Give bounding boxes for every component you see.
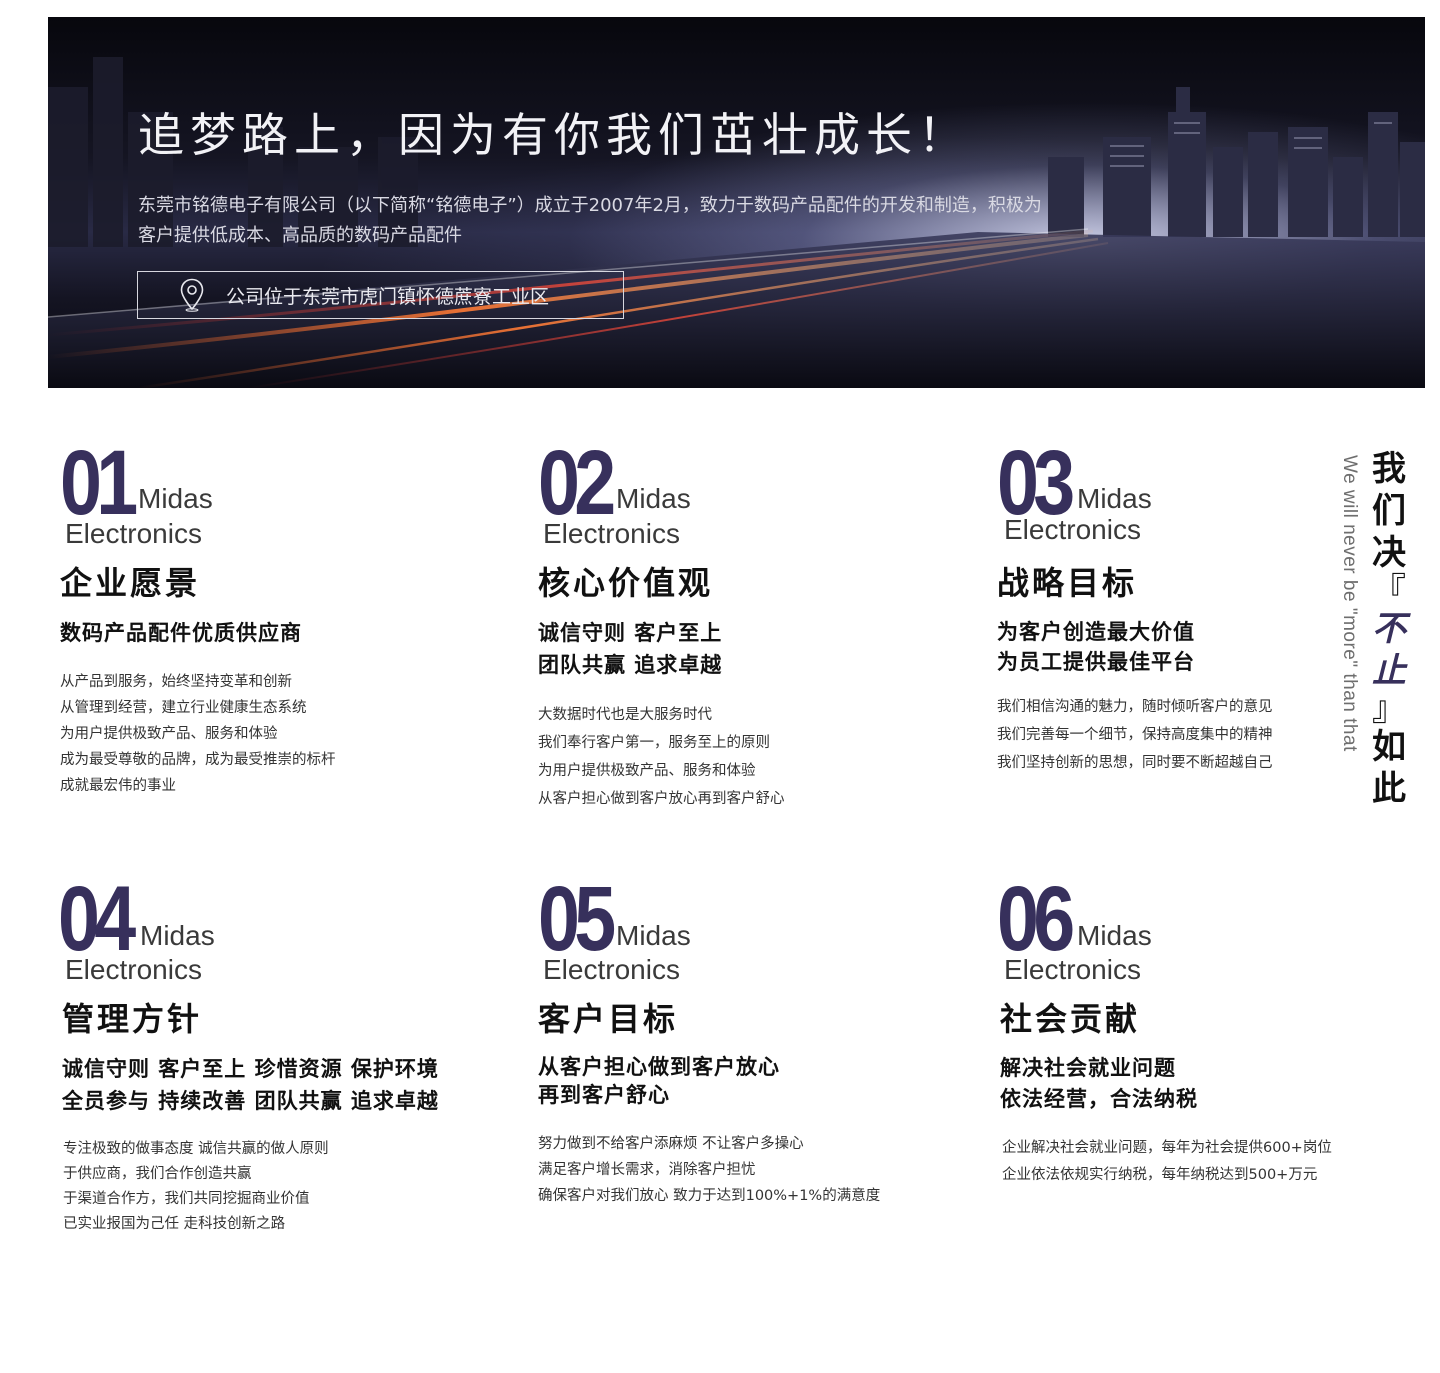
card-subtitle-line: 为员工提供最佳平台 (997, 650, 1195, 674)
card-body-line: 于渠道合作方，我们共同挖掘商业价值 (63, 1191, 310, 1207)
card-subtitle-line: 从客户担心做到客户放心 (538, 1055, 780, 1079)
card-body-line: 我们相信沟通的魅力，随时倾听客户的意见 (997, 699, 1273, 715)
card-title: 客户目标 (538, 1000, 679, 1038)
card-customer-goals: 05 Midas Electronics 客户目标 从客户担心做到客户放心 再到… (538, 873, 880, 1209)
brand-midas: Midas (140, 920, 215, 951)
card-number: 06 (997, 868, 1075, 970)
card-body-line: 满足客户增长需求，消除客户担忧 (538, 1162, 756, 1178)
card-subtitle-line: 依法经营，合法纳税 (1000, 1087, 1198, 1111)
card-body-line: 大数据时代也是大服务时代 (538, 707, 712, 723)
card-title: 企业愿景 (60, 564, 201, 602)
card-body: 从产品到服务，始终坚持变革和创新 从管理到经营，建立行业健康生态系统 为用户提供… (60, 669, 336, 799)
card-body-line: 于供应商，我们合作创造共赢 (63, 1166, 252, 1182)
card-body-line: 我们奉行客户第一，服务至上的原则 (538, 735, 770, 751)
card-subtitle: 解决社会就业问题 依法经营，合法纳税 (1000, 1053, 1332, 1115)
hero-banner: 追梦路上，因为有你我们茁壮成长！ 东莞市铭德电子有限公司（以下简称“铭德电子”）… (48, 17, 1425, 388)
card-subtitle-line: 诚信守则 客户至上 (538, 621, 723, 645)
card-number: 02 (538, 432, 616, 534)
card-body-line: 为用户提供极致产品、服务和体验 (60, 726, 278, 742)
card-body: 我们相信沟通的魅力，随时倾听客户的意见 我们完善每一个细节，保持高度集中的精神 … (997, 693, 1273, 777)
location-pin-icon (180, 278, 204, 312)
card-body-line: 成为最受尊敬的品牌，成为最受推崇的标杆 (60, 752, 336, 768)
card-body-line: 成就最宏伟的事业 (60, 778, 176, 794)
card-number-block: 06 Midas Electronics (997, 873, 1332, 993)
slogan-accent-char: 止 (1372, 651, 1406, 691)
card-body-line: 我们完善每一个细节，保持高度集中的精神 (997, 727, 1273, 743)
card-title: 核心价值观 (538, 564, 714, 602)
card-body-line: 从管理到经营，建立行业健康生态系统 (60, 700, 307, 716)
slogan-bracket-open: 『 (1372, 571, 1406, 611)
brand-midas: Midas (616, 920, 691, 951)
card-body: 努力做到不给客户添麻烦 不让客户多操心 满足客户增长需求，消除客户担忧 确保客户… (538, 1131, 880, 1209)
card-body-line: 已实业报国为己任 走科技创新之路 (63, 1216, 286, 1232)
card-management-policy: 04 Midas Electronics 管理方针 诚信守则 客户至上 珍惜资源… (58, 873, 439, 1237)
card-subtitle-line: 全员参与 持续改善 团队共赢 追求卓越 (62, 1089, 439, 1113)
card-subtitle: 为客户创造最大价值 为员工提供最佳平台 (997, 617, 1273, 677)
card-subtitle: 诚信守则 客户至上 珍惜资源 保护环境 全员参与 持续改善 团队共赢 追求卓越 (62, 1053, 439, 1117)
card-vision: 01 Midas Electronics 企业愿景 数码产品配件优质供应商 从产… (60, 437, 336, 799)
hero-description: 东莞市铭德电子有限公司（以下简称“铭德电子”）成立于2007年2月，致力于数码产… (138, 195, 1042, 246)
card-body-line: 从产品到服务，始终坚持变革和创新 (60, 674, 292, 690)
brand-electronics: Electronics (65, 954, 202, 985)
brand-electronics: Electronics (1004, 514, 1141, 545)
card-strategy: 03 Midas Electronics 战略目标 为客户创造最大价值 为员工提… (997, 437, 1273, 777)
brand-midas: Midas (1077, 920, 1152, 951)
card-body-line: 从客户担心做到客户放心再到客户舒心 (538, 791, 785, 807)
slogan-char: 此 (1372, 769, 1406, 809)
brand-electronics: Electronics (543, 518, 680, 549)
slogan-chinese: 我 们 决 『 不 止 』 如 此 (1368, 448, 1410, 810)
card-number-block: 02 Midas Electronics (538, 437, 785, 557)
card-body-line: 专注极致的做事态度 诚信共赢的做人原则 (63, 1141, 329, 1157)
slogan-char: 如 (1372, 727, 1406, 767)
brand-electronics: Electronics (1004, 954, 1141, 985)
card-subtitle-line: 解决社会就业问题 (1000, 1056, 1176, 1080)
card-subtitle-line: 诚信守则 客户至上 珍惜资源 保护环境 (62, 1057, 439, 1081)
brand-electronics: Electronics (65, 518, 202, 549)
card-title: 社会贡献 (1000, 1000, 1141, 1038)
card-subtitle-line: 再到客户舒心 (538, 1083, 670, 1107)
card-number: 01 (60, 432, 138, 534)
card-number-block: 03 Midas Electronics (997, 437, 1273, 557)
card-social-contribution: 06 Midas Electronics 社会贡献 解决社会就业问题 依法经营，… (997, 873, 1332, 1189)
slogan-char: 决 (1372, 533, 1406, 573)
card-body-line: 我们坚持创新的思想，同时要不断超越自己 (997, 755, 1273, 771)
card-subtitle: 从客户担心做到客户放心 再到客户舒心 (538, 1053, 880, 1109)
card-title: 战略目标 (997, 564, 1138, 602)
card-subtitle: 诚信守则 客户至上 团队共赢 追求卓越 (538, 617, 785, 681)
card-title: 管理方针 (62, 1000, 203, 1038)
card-body-line: 企业依法依规实行纳税，每年纳税达到500+万元 (1002, 1167, 1318, 1183)
card-subtitle-line: 数码产品配件优质供应商 (60, 621, 302, 645)
card-subtitle: 数码产品配件优质供应商 (60, 617, 336, 649)
card-body: 大数据时代也是大服务时代 我们奉行客户第一，服务至上的原则 为用户提供极致产品、… (538, 701, 785, 813)
card-number-block: 04 Midas Electronics (58, 873, 439, 993)
card-body-line: 企业解决社会就业问题，每年为社会提供600+岗位 (1002, 1140, 1332, 1156)
slogan-english: We will never be "more" than that (1339, 455, 1360, 752)
slogan-char: 们 (1372, 491, 1406, 531)
hero-title: 追梦路上，因为有你我们茁壮成长！ (138, 108, 970, 162)
card-number: 05 (538, 868, 616, 970)
card-number: 04 (58, 868, 136, 970)
slogan-char: 我 (1372, 449, 1406, 489)
page: 追梦路上，因为有你我们茁壮成长！ 东莞市铭德电子有限公司（以下简称“铭德电子”）… (0, 0, 1440, 1373)
brand-midas: Midas (138, 483, 213, 514)
location-text: 公司位于东莞市虎门镇怀德蔗寮工业区 (226, 285, 550, 308)
brand-midas: Midas (616, 483, 691, 514)
card-core-values: 02 Midas Electronics 核心价值观 诚信守则 客户至上 团队共… (538, 437, 785, 813)
card-body-line: 为用户提供极致产品、服务和体验 (538, 763, 756, 779)
brand-midas: Midas (1077, 483, 1152, 514)
card-subtitle-line: 为客户创造最大价值 (997, 620, 1195, 644)
card-body: 专注极致的做事态度 诚信共赢的做人原则 于供应商，我们合作创造共赢 于渠道合作方… (63, 1137, 439, 1237)
brand-electronics: Electronics (543, 954, 680, 985)
card-body-line: 努力做到不给客户添麻烦 不让客户多操心 (538, 1136, 804, 1152)
card-number-block: 05 Midas Electronics (538, 873, 880, 993)
slogan-bracket-close: 』 (1372, 689, 1406, 729)
card-body-line: 确保客户对我们放心 致力于达到100%+1%的满意度 (538, 1188, 881, 1204)
location-box: 公司位于东莞市虎门镇怀德蔗寮工业区 (137, 271, 624, 319)
card-number-block: 01 Midas Electronics (60, 437, 336, 557)
card-body: 企业解决社会就业问题，每年为社会提供600+岗位 企业依法依规实行纳税，每年纳税… (1002, 1135, 1332, 1189)
slogan-accent-char: 不 (1372, 609, 1406, 649)
card-subtitle-line: 团队共赢 追求卓越 (538, 653, 723, 677)
